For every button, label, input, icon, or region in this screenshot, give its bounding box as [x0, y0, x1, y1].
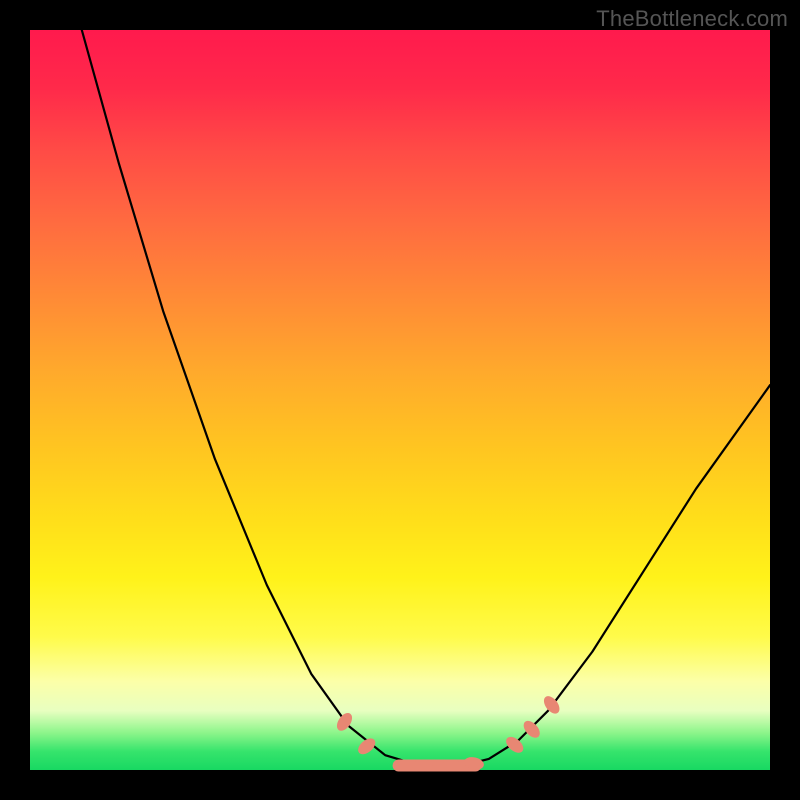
- data-marker: [412, 760, 432, 772]
- watermark-text: TheBottleneck.com: [596, 6, 788, 32]
- chart-frame: TheBottleneck.com: [0, 0, 800, 800]
- data-marker: [334, 710, 355, 733]
- bottleneck-curve-layer: [30, 30, 770, 770]
- data-marker: [442, 760, 462, 772]
- plot-area: [30, 30, 770, 770]
- bottleneck-curve: [82, 30, 770, 766]
- data-marker: [521, 718, 543, 741]
